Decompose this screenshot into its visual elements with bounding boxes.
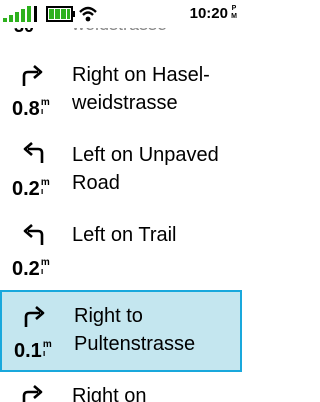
turn-left-icon xyxy=(18,137,48,167)
turn-right-icon xyxy=(20,301,50,331)
turn-instruction: Right on Hasel-weidstrasse xyxy=(72,64,210,114)
turn-list[interactable]: 30ft weidstrasse Right on Hasel-weidstra… xyxy=(0,28,242,402)
turn-distance: 0.1m ı xyxy=(14,339,52,363)
turn-distance: 0.2m ı xyxy=(12,177,50,201)
clock-ampm: PM xyxy=(231,5,237,20)
turn-row[interactable]: Left on Unpaved Road 0.2m ı xyxy=(0,121,242,206)
turn-instruction: weidstrasse xyxy=(72,28,167,35)
turn-right-icon xyxy=(18,380,48,402)
status-bar: 10:20 PM xyxy=(0,0,242,28)
turn-instruction: Right on xyxy=(72,385,147,402)
turn-instruction: Right to Pultenstrasse xyxy=(74,305,196,355)
turn-row[interactable]: Right on Hasel-weidstrasse 0.8m ı xyxy=(0,36,242,121)
wifi-icon xyxy=(79,6,97,22)
partial-turn-row[interactable]: 30ft weidstrasse xyxy=(0,28,242,36)
turn-instruction: Left on Trail xyxy=(72,224,177,246)
turn-distance: 0.2m ı xyxy=(12,257,50,281)
turn-left-icon xyxy=(18,219,48,249)
battery-icon xyxy=(46,6,75,22)
signal-strength-icon xyxy=(3,6,37,22)
turn-row-selected[interactable]: Right to Pultenstrasse 0.1m ı xyxy=(0,290,242,372)
turn-row[interactable]: Left on Trail 0.2m ı xyxy=(0,206,242,289)
turn-instruction: Left on Unpaved Road xyxy=(72,144,219,194)
turn-right-icon xyxy=(18,60,48,90)
clock-time: 10:20 xyxy=(189,5,228,22)
turn-row[interactable]: Right on xyxy=(0,374,242,402)
turn-distance: 0.8m ı xyxy=(12,97,50,121)
